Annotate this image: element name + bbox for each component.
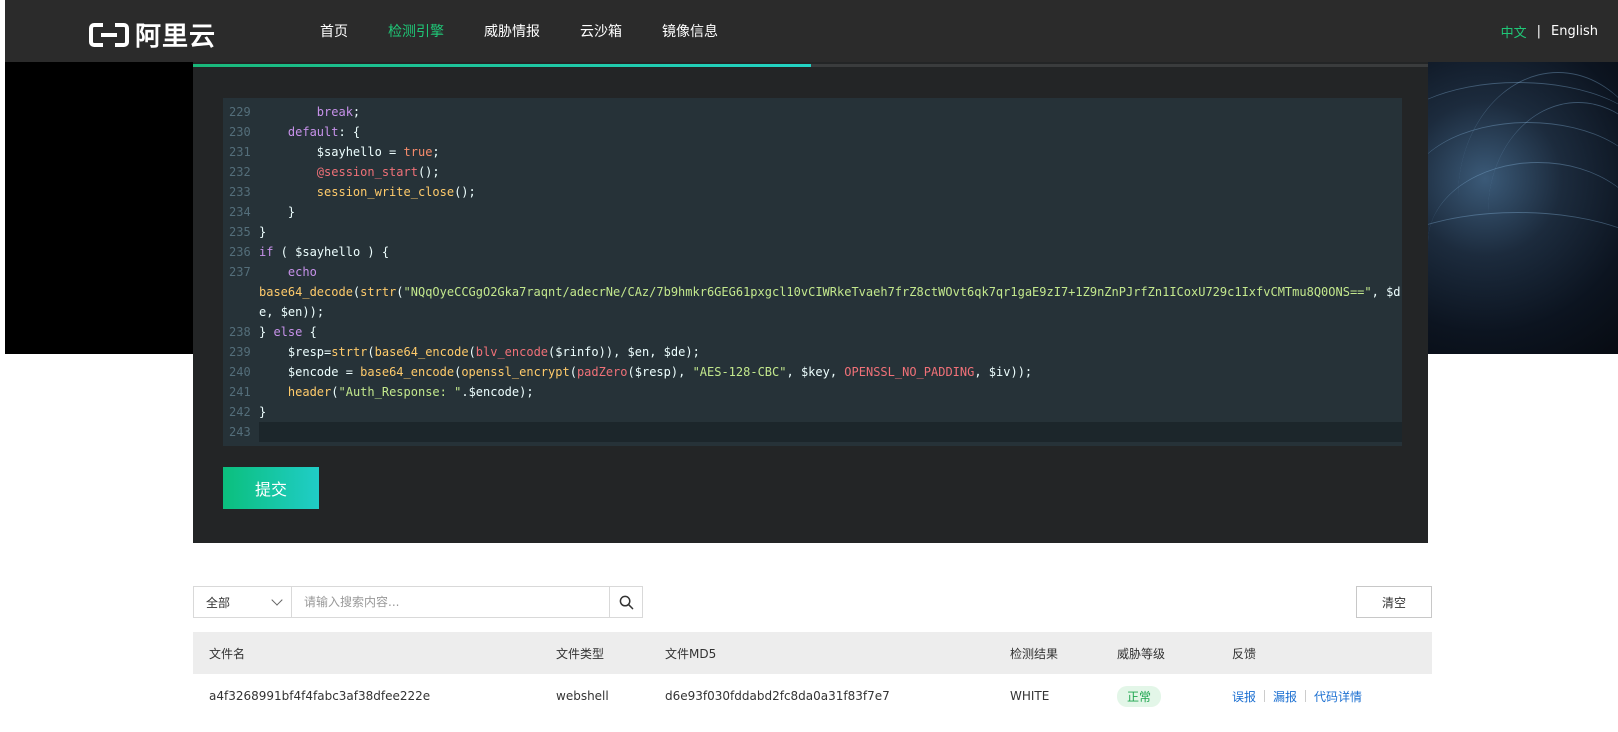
cell-md5: d6e93f030fddabd2fc8da0a31f83f7e7 [665, 689, 890, 703]
code-text: default: { [287, 125, 361, 139]
chevron-down-icon [271, 594, 283, 606]
code-text: if ( $sayhello ) { [259, 245, 390, 259]
line-number: 241 [229, 385, 251, 399]
cell-filename: a4f3268991bf4f4fabc3af38dfee222e [209, 689, 431, 703]
false-negative-link[interactable]: 漏报 [1273, 688, 1297, 705]
code-text: break; [316, 105, 361, 119]
lang-english[interactable]: English [1551, 24, 1598, 39]
header-md5: 文件MD5 [665, 646, 717, 661]
header-filetype: 文件类型 [556, 646, 605, 661]
line-number: 236 [229, 245, 251, 259]
code-line: 231 $sayhello = true; [223, 142, 1402, 162]
lang-chinese[interactable]: 中文 [1501, 22, 1527, 41]
code-text [259, 422, 1402, 442]
search-input[interactable] [292, 586, 610, 618]
code-line: 240 $encode = base64_encode(openssl_encr… [223, 362, 1402, 382]
line-number: 232 [229, 165, 251, 179]
line-number: 231 [229, 145, 251, 159]
cell-threat-level: 正常 [1117, 685, 1162, 707]
logo-text: 阿里云 [135, 22, 217, 52]
line-number: 237 [229, 265, 251, 279]
code-text: echo base64_decode(strtr("NQqOyeCCGgO2Gk… [259, 265, 1401, 319]
code-line: 233 session_write_close(); [223, 182, 1402, 202]
code-text: $sayhello = true; [316, 145, 440, 159]
code-detail-link[interactable]: 代码详情 [1314, 688, 1362, 705]
line-number: 243 [229, 425, 251, 439]
code-text: header("Auth_Response: ".$encode); [287, 385, 534, 399]
line-number: 229 [229, 105, 251, 119]
main-nav: 首页 检测引擎 威胁情报 云沙箱 镜像信息 [320, 0, 718, 62]
line-number: 240 [229, 365, 251, 379]
code-submit-panel: 229 break; 230 default: {231 $sayhello = … [193, 62, 1428, 543]
nav-home[interactable]: 首页 [320, 21, 348, 41]
code-line: 243 [223, 422, 1402, 442]
nav-cloud-sandbox[interactable]: 云沙箱 [580, 21, 622, 41]
header-filename: 文件名 [209, 646, 246, 661]
link-divider [1264, 690, 1266, 702]
cell-filetype: webshell [556, 689, 609, 703]
banner-background-left [5, 62, 193, 354]
code-line: 242} [223, 402, 1402, 422]
code-line: 229 break; [223, 102, 1402, 122]
language-switch: 中文 | English [1501, 0, 1598, 62]
code-line: 235} [223, 222, 1402, 242]
line-number: 235 [229, 225, 251, 239]
category-select[interactable]: 全部 [193, 586, 292, 618]
code-line: 232 @session_start(); [223, 162, 1402, 182]
line-number: 234 [229, 205, 251, 219]
category-select-value: 全部 [206, 595, 231, 610]
search-button[interactable] [610, 586, 643, 618]
header-result: 检测结果 [1010, 646, 1059, 661]
code-line: 241 header("Auth_Response: ".$encode); [223, 382, 1402, 402]
line-number: 238 [229, 325, 251, 339]
line-number: 233 [229, 185, 251, 199]
code-editor[interactable]: 229 break; 230 default: {231 $sayhello = … [223, 98, 1402, 446]
code-line: 237 echo base64_decode(strtr("NQqOyeCCGg… [223, 262, 1402, 322]
progress-bar [193, 64, 1428, 67]
code-line: 239 $resp=strtr(base64_encode(blv_encode… [223, 342, 1402, 362]
code-text: } [259, 225, 267, 239]
nav-image-info[interactable]: 镜像信息 [662, 21, 718, 41]
code-text: $resp=strtr(base64_encode(blv_encode($ri… [287, 345, 700, 359]
table-row: a4f3268991bf4f4fabc3af38dfee222e webshel… [193, 674, 1432, 718]
code-line: 236 if ( $sayhello ) { [223, 242, 1402, 262]
clear-button[interactable]: 清空 [1356, 586, 1432, 618]
code-text: } [259, 205, 296, 219]
code-text: session_write_close(); [316, 185, 476, 199]
line-number: 230 [229, 125, 251, 139]
code-line: 230 default: { [223, 122, 1402, 142]
results-table: 文件名 文件类型 文件MD5 检测结果 威胁等级 反馈 a4f3268991bf… [193, 632, 1432, 718]
table-header: 文件名 文件类型 文件MD5 检测结果 威胁等级 反馈 [193, 632, 1432, 674]
nav-threat-intel[interactable]: 威胁情报 [484, 21, 540, 41]
code-text: @session_start(); [316, 165, 440, 179]
cell-result: WHITE [1010, 689, 1050, 703]
search-filter-bar: 全部 [193, 586, 643, 618]
top-navbar: 阿里云 首页 检测引擎 威胁情报 云沙箱 镜像信息 中文 | English [5, 0, 1618, 62]
header-threat-level: 威胁等级 [1117, 646, 1166, 661]
aliyun-logo-icon [89, 21, 129, 49]
progress-fill [193, 64, 811, 67]
aliyun-logo[interactable]: 阿里云 [89, 16, 216, 53]
line-number: 239 [229, 345, 251, 359]
status-badge: 正常 [1117, 685, 1162, 707]
line-number: 242 [229, 405, 251, 419]
lang-separator: | [1536, 23, 1542, 39]
false-positive-link[interactable]: 误报 [1232, 688, 1256, 705]
code-text: } else { [259, 325, 317, 339]
code-text: } [259, 405, 267, 419]
banner-background-image [1428, 62, 1618, 354]
code-line: 234 } [223, 202, 1402, 222]
submit-button[interactable]: 提交 [223, 467, 319, 509]
nav-detection-engine[interactable]: 检测引擎 [388, 21, 444, 41]
feedback-links: 误报 漏报 代码详情 [1232, 688, 1362, 705]
code-text: $encode = base64_encode(openssl_encrypt(… [287, 365, 1033, 379]
link-divider [1305, 690, 1307, 702]
code-line: 238 } else { [223, 322, 1402, 342]
search-icon [619, 595, 633, 609]
header-feedback: 反馈 [1232, 646, 1257, 661]
